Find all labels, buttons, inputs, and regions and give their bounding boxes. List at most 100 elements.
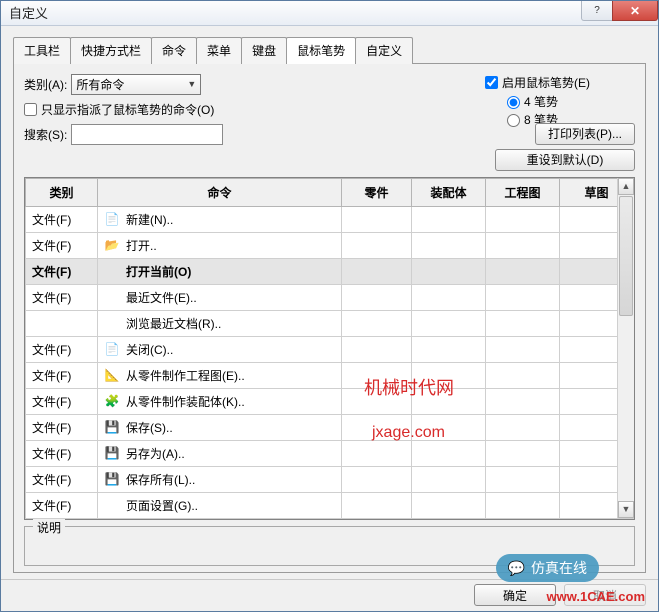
table-row[interactable]: 文件(F)📐从零件制作工程图(E).. xyxy=(26,362,634,388)
column-header[interactable]: 装配体 xyxy=(412,178,486,206)
cell-command: 最近文件(E).. xyxy=(98,284,342,310)
cell-gesture[interactable] xyxy=(412,206,486,232)
cell-gesture[interactable] xyxy=(342,362,412,388)
table-row[interactable]: 文件(F)📂打开.. xyxy=(26,232,634,258)
table-row[interactable]: 文件(F)📄关闭(C).. xyxy=(26,336,634,362)
cell-gesture[interactable] xyxy=(342,414,412,440)
enable-gestures-checkbox[interactable]: 启用鼠标笔势(E) xyxy=(485,74,590,91)
enable-gestures-input[interactable] xyxy=(485,76,498,89)
scroll-down-icon[interactable]: ▼ xyxy=(618,501,634,518)
table-row[interactable]: 文件(F)📄新建(N).. xyxy=(26,206,634,232)
cell-gesture[interactable] xyxy=(486,284,560,310)
cell-gesture[interactable] xyxy=(486,232,560,258)
cell-gesture[interactable] xyxy=(486,492,560,518)
command-table-container: 类别命令零件装配体工程图草图 文件(F)📄新建(N)..文件(F)📂打开..文件… xyxy=(24,177,635,520)
cell-category xyxy=(26,310,98,336)
titlebar: 自定义 ? ✕ xyxy=(1,1,658,26)
cell-gesture[interactable] xyxy=(412,336,486,362)
cell-gesture[interactable] xyxy=(486,440,560,466)
cell-gesture[interactable] xyxy=(412,232,486,258)
gesture-radio-4[interactable]: 4 笔势 xyxy=(507,93,635,111)
tab-3[interactable]: 菜单 xyxy=(196,37,242,64)
cell-gesture[interactable] xyxy=(342,466,412,492)
cell-gesture[interactable] xyxy=(342,492,412,518)
column-header[interactable]: 命令 xyxy=(98,178,342,206)
help-icon[interactable]: ? xyxy=(581,1,613,21)
cell-gesture[interactable] xyxy=(412,440,486,466)
cell-gesture[interactable] xyxy=(342,232,412,258)
scroll-up-icon[interactable]: ▲ xyxy=(618,178,634,195)
cell-gesture[interactable] xyxy=(486,414,560,440)
cell-command: 💾另存为(A).. xyxy=(98,440,342,466)
tab-2[interactable]: 命令 xyxy=(151,37,197,64)
cell-gesture[interactable] xyxy=(486,466,560,492)
cell-gesture[interactable] xyxy=(342,206,412,232)
only-assigned-checkbox[interactable]: 只显示指派了鼠标笔势的命令(O) xyxy=(24,101,214,118)
reset-defaults-button[interactable]: 重设到默认(D) xyxy=(495,149,635,171)
cell-gesture[interactable] xyxy=(486,206,560,232)
column-header[interactable]: 类别 xyxy=(26,178,98,206)
column-header[interactable]: 零件 xyxy=(342,178,412,206)
cell-gesture[interactable] xyxy=(342,440,412,466)
tab-5[interactable]: 鼠标笔势 xyxy=(286,37,356,64)
print-list-button[interactable]: 打印列表(P)... xyxy=(535,123,635,145)
cell-gesture[interactable] xyxy=(342,336,412,362)
cell-command: 💾保存所有(L).. xyxy=(98,466,342,492)
tab-1[interactable]: 快捷方式栏 xyxy=(70,37,152,64)
cell-gesture[interactable] xyxy=(342,284,412,310)
column-header[interactable]: 工程图 xyxy=(486,178,560,206)
table-row[interactable]: 文件(F)💾保存所有(L).. xyxy=(26,466,634,492)
cell-category: 文件(F) xyxy=(26,492,98,518)
close-icon[interactable]: ✕ xyxy=(612,1,658,21)
cell-gesture[interactable] xyxy=(342,310,412,336)
vertical-scrollbar[interactable]: ▲ ▼ xyxy=(617,178,634,518)
cell-command: 页面设置(G).. xyxy=(98,492,342,518)
cell-gesture[interactable] xyxy=(412,362,486,388)
table-row[interactable]: 浏览最近文档(R).. xyxy=(26,310,634,336)
cell-gesture[interactable] xyxy=(486,388,560,414)
cell-gesture[interactable] xyxy=(412,466,486,492)
assembly-icon: 🧩 xyxy=(104,393,120,409)
table-row[interactable]: 文件(F)打开当前(O) xyxy=(26,258,634,284)
cell-category: 文件(F) xyxy=(26,414,98,440)
tab-0[interactable]: 工具栏 xyxy=(13,37,71,64)
close-icon: 📄 xyxy=(104,341,120,357)
cell-category: 文件(F) xyxy=(26,232,98,258)
table-row[interactable]: 文件(F)💾保存(S).. xyxy=(26,414,634,440)
tab-6[interactable]: 自定义 xyxy=(355,37,413,64)
cell-command: 浏览最近文档(R).. xyxy=(98,310,342,336)
command-label: 关闭(C).. xyxy=(126,341,173,358)
table-row[interactable]: 文件(F) 页面设置(G).. xyxy=(26,492,634,518)
cell-command: 📄 关闭(C).. xyxy=(98,336,342,362)
cell-gesture[interactable] xyxy=(412,310,486,336)
blank-icon xyxy=(104,289,120,305)
command-label: 页面设置(G).. xyxy=(126,497,198,514)
only-assigned-input[interactable] xyxy=(24,103,37,116)
scrollbar-thumb[interactable] xyxy=(619,196,633,316)
cell-gesture[interactable] xyxy=(412,284,486,310)
cell-gesture[interactable] xyxy=(486,336,560,362)
cell-gesture[interactable] xyxy=(486,362,560,388)
cell-gesture[interactable] xyxy=(412,492,486,518)
blank-icon xyxy=(104,315,120,331)
command-label: 打开当前(O) xyxy=(126,263,191,280)
cell-gesture[interactable] xyxy=(342,258,412,284)
cell-gesture[interactable] xyxy=(486,258,560,284)
command-label: 最近文件(E).. xyxy=(126,289,197,306)
gesture-radio-input-4[interactable] xyxy=(507,96,520,109)
cell-gesture[interactable] xyxy=(412,414,486,440)
table-row[interactable]: 文件(F)🧩从零件制作装配体(K).. xyxy=(26,388,634,414)
command-label: 另存为(A).. xyxy=(126,445,185,462)
tab-4[interactable]: 键盘 xyxy=(241,37,287,64)
category-combo[interactable]: 所有命令 ▼ xyxy=(71,74,201,95)
cell-gesture[interactable] xyxy=(342,388,412,414)
table-row[interactable]: 文件(F)最近文件(E).. xyxy=(26,284,634,310)
cell-gesture[interactable] xyxy=(412,258,486,284)
command-label: 浏览最近文档(R).. xyxy=(126,315,221,332)
cell-gesture[interactable] xyxy=(486,310,560,336)
dialog-body: 工具栏快捷方式栏命令菜单键盘鼠标笔势自定义 类别(A): 所有命令 ▼ 只 xyxy=(1,26,658,579)
table-row[interactable]: 文件(F)💾另存为(A).. xyxy=(26,440,634,466)
cell-gesture[interactable] xyxy=(412,388,486,414)
command-label: 保存所有(L).. xyxy=(126,471,195,488)
ok-button[interactable]: 确定 xyxy=(474,584,556,606)
